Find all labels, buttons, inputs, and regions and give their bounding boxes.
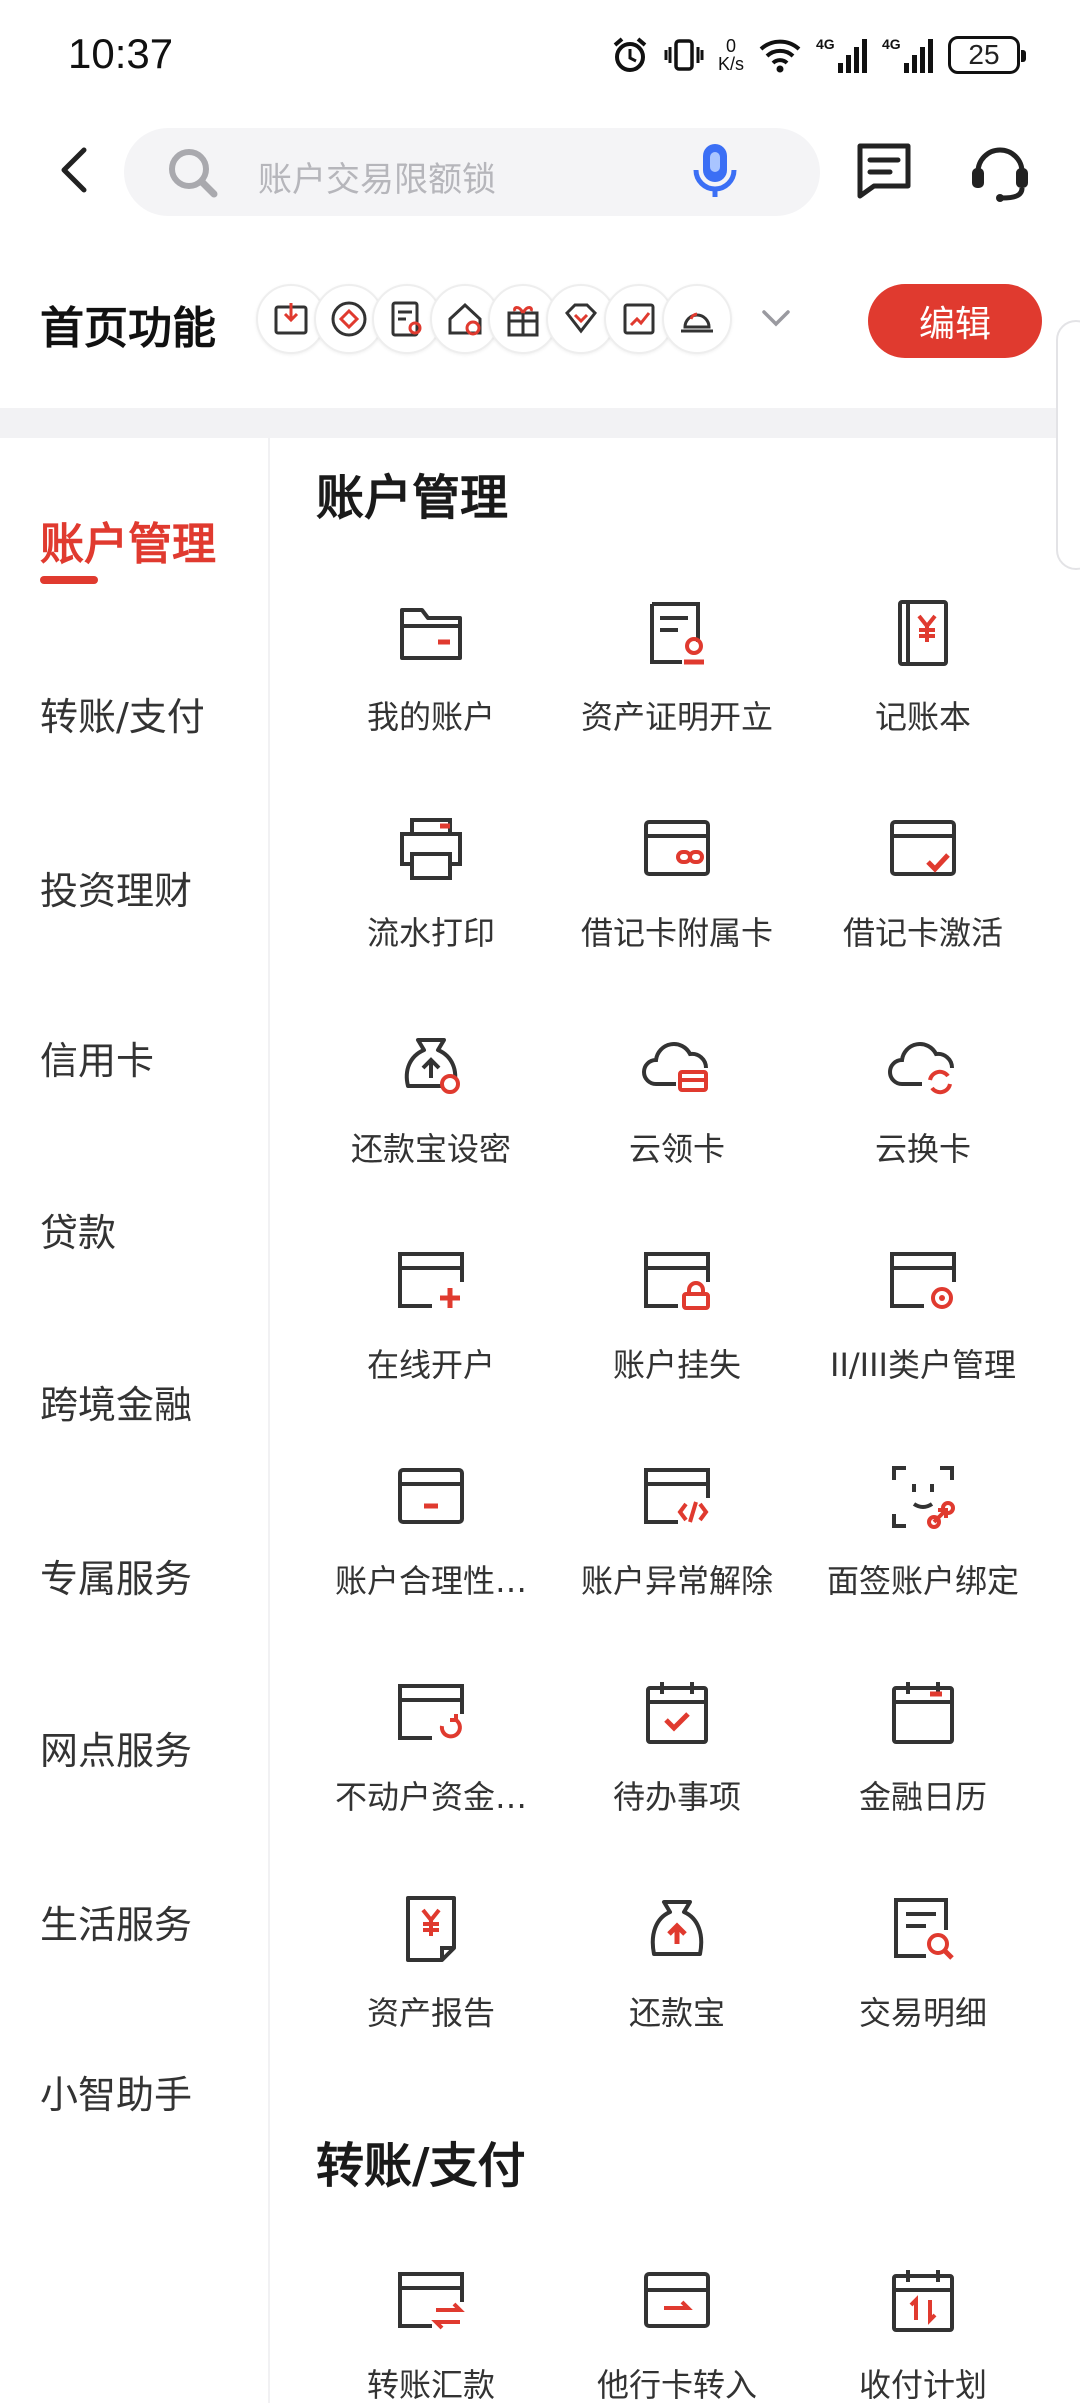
card-minus-icon	[398, 1468, 464, 1524]
category-item[interactable]: 账户管理	[40, 508, 216, 572]
search-placeholder: 账户交易限额锁	[258, 160, 496, 200]
vibrate-icon	[664, 39, 704, 71]
certificate-icon	[650, 602, 704, 665]
grid-item[interactable]: 不动户资金…	[308, 1676, 554, 1856]
grid-item[interactable]: 账户挂失	[554, 1244, 800, 1424]
grid-item[interactable]: 面签账户绑定	[800, 1460, 1046, 1640]
grid-item[interactable]: 还款宝	[554, 1892, 800, 2072]
grid-item[interactable]: 还款宝设密	[308, 1028, 554, 1208]
card-gear-icon	[890, 1252, 956, 1309]
grid-item[interactable]: 我的账户	[308, 596, 554, 776]
category-item[interactable]: 投资理财	[40, 860, 192, 915]
svg-text:4G: 4G	[882, 36, 901, 52]
grid-item[interactable]: 转账汇款	[308, 2264, 554, 2403]
signal-4g-icon: 4G	[816, 36, 867, 73]
folder-icon	[400, 608, 462, 660]
home-functions-bar: 首页功能 编辑	[0, 270, 1080, 370]
moneybag-up-icon	[650, 1900, 704, 1956]
grid-item[interactable]: 交易明细	[800, 1892, 1046, 2072]
card-plus-icon	[398, 1252, 464, 1308]
card-link-icon	[644, 820, 710, 876]
card-in-icon	[644, 2272, 710, 2328]
status-icons: 0 K/s 4G 4G 25	[610, 30, 1026, 80]
status-bar: 10:37 0 K/s 4G 4G 25	[0, 0, 1080, 110]
bell-icon[interactable]	[662, 284, 732, 354]
card-lock-icon	[644, 1252, 710, 1310]
grid-item[interactable]: 云换卡	[800, 1028, 1046, 1208]
calendar-sort-icon	[892, 2270, 954, 2332]
category-item[interactable]: 生活服务	[40, 1894, 192, 1949]
back-button[interactable]	[46, 138, 102, 202]
svg-text:4G: 4G	[816, 36, 835, 52]
transfer-icon	[398, 2272, 465, 2330]
message-button[interactable]	[852, 138, 916, 202]
chevron-down-icon	[762, 310, 790, 327]
divider-band	[0, 408, 1080, 438]
card-refresh-icon	[398, 1684, 464, 1740]
grid-item[interactable]: 账户合理性…	[308, 1460, 554, 1640]
grid-item[interactable]: 收付计划	[800, 2264, 1046, 2403]
grid-item[interactable]: 记账本	[800, 596, 1046, 776]
status-time: 10:37	[68, 30, 174, 77]
calendar-check-icon	[646, 1682, 708, 1744]
grid-item[interactable]: 他行卡转入	[554, 2264, 800, 2403]
quick-icons[interactable]	[256, 284, 732, 354]
category-item[interactable]: 转账/支付	[40, 686, 205, 741]
search-icon	[169, 149, 218, 198]
grid-item[interactable]: 资产证明开立	[554, 596, 800, 776]
cloud-refresh-icon	[888, 1042, 955, 1095]
message-icon	[857, 143, 911, 199]
edit-button[interactable]: 编辑	[868, 284, 1042, 358]
card-check-icon	[890, 820, 956, 876]
calendar-icon	[892, 1682, 954, 1744]
header: 账户交易限额锁	[0, 120, 1080, 220]
category-item[interactable]: 网点服务	[40, 1720, 192, 1775]
grid-item[interactable]: 金融日历	[800, 1676, 1046, 1856]
document-search-icon	[894, 1898, 954, 1960]
category-item[interactable]: 贷款	[40, 1202, 116, 1257]
category-item[interactable]: 信用卡	[40, 1030, 154, 1085]
net-speed: 0 K/s	[717, 36, 744, 74]
wifi-icon	[759, 39, 801, 73]
battery-icon: 25	[948, 36, 1026, 74]
search-input[interactable]: 账户交易限额锁	[124, 128, 820, 216]
alarm-icon	[613, 37, 647, 72]
grid-item[interactable]: 资产报告	[308, 1892, 554, 2072]
customer-service-icon	[972, 147, 1028, 202]
grid-item[interactable]: 待办事项	[554, 1676, 800, 1856]
microphone-icon[interactable]	[688, 140, 742, 204]
card-code-icon	[644, 1468, 710, 1524]
section-title: 转账/支付	[316, 2138, 526, 2194]
category-item[interactable]: 专属服务	[40, 1548, 192, 1603]
grid-item[interactable]: 借记卡激活	[800, 812, 1046, 992]
home-functions-title: 首页功能	[40, 303, 216, 354]
grid-item[interactable]: 借记卡附属卡	[554, 812, 800, 992]
grid-item[interactable]: 账户异常解除	[554, 1460, 800, 1640]
printer-icon	[400, 818, 462, 880]
grid-item[interactable]: 云领卡	[554, 1028, 800, 1208]
category-active-indicator	[40, 576, 98, 584]
customer-service-button[interactable]	[966, 136, 1034, 204]
ledger-icon	[898, 600, 948, 666]
report-yen-icon	[406, 1896, 456, 1962]
face-link-icon	[892, 1466, 955, 1529]
grid-item[interactable]: 流水打印	[308, 812, 554, 992]
grid-item[interactable]: 在线开户	[308, 1244, 554, 1424]
back-icon	[61, 147, 87, 193]
grid-item[interactable]: II/III类户管理	[800, 1244, 1046, 1424]
category-item[interactable]: 跨境金融	[40, 1374, 192, 1429]
category-item[interactable]: 小智助手	[40, 2064, 192, 2119]
signal-4g-icon: 4G	[882, 36, 933, 73]
side-drawer-handle[interactable]	[1056, 320, 1080, 570]
expand-button[interactable]	[756, 298, 796, 338]
cloud-card-icon	[642, 1042, 709, 1092]
section-title: 账户管理	[316, 470, 509, 526]
moneybag-gear-icon	[404, 1038, 460, 1094]
